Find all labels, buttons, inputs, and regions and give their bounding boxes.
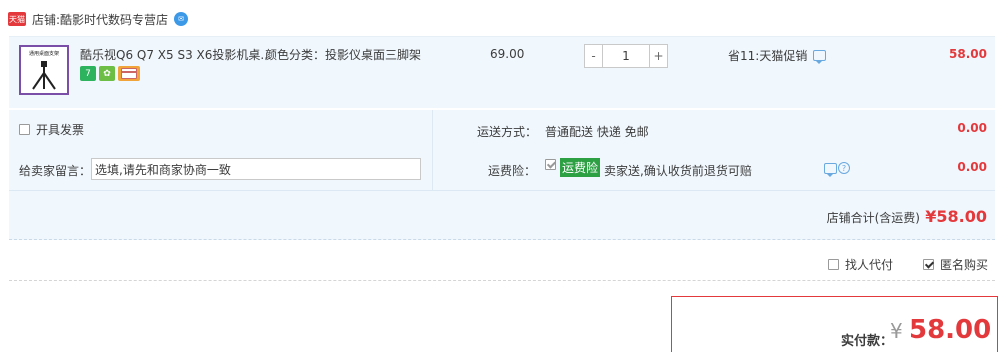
- anonymous-checkbox-box[interactable]: [923, 259, 934, 270]
- anonymous-checkbox[interactable]: 匿名购买: [923, 256, 988, 273]
- order-item-row: 通用桌面支架 酷乐视Q6 Q7 X5 S3 X6投影机桌... 颜色分类：投影仪…: [9, 36, 995, 108]
- proxy-pay-checkbox-box[interactable]: [828, 259, 839, 270]
- item-subtotal: 58.00: [949, 47, 987, 61]
- invoice-label: 开具发票: [36, 123, 85, 137]
- insurance-label: 运费险：: [488, 164, 537, 178]
- anonymous-label: 匿名购买: [940, 258, 989, 272]
- quantity-stepper: - 1 +: [584, 44, 668, 68]
- product-thumbnail[interactable]: 通用桌面支架: [19, 45, 69, 95]
- shipping-price: 0.00: [957, 121, 987, 135]
- seven-day-return-icon[interactable]: 7: [80, 66, 96, 81]
- shop-header: 天猫 店铺: 酷影时代数码专营店 ✉: [8, 8, 189, 30]
- tmall-badge-icon: 天猫: [8, 12, 26, 26]
- shipping-label: 运送方式：: [477, 125, 538, 139]
- tripod-image: [32, 61, 56, 90]
- shop-label: 店铺:: [32, 12, 61, 27]
- shop-total-row: 店铺合计(含运费) ¥58.00: [9, 190, 995, 240]
- insurance-text: 卖家送,确认收货前退货可赔: [604, 164, 752, 178]
- proxy-pay-checkbox[interactable]: 找人代付: [828, 256, 893, 273]
- credit-card-icon[interactable]: [118, 66, 140, 81]
- product-sku: 颜色分类：投影仪桌面三脚架: [265, 48, 422, 62]
- invoice-checkbox[interactable]: 开具发票: [19, 121, 84, 138]
- insurance-price: 0.00: [957, 160, 987, 174]
- payment-currency: ¥: [890, 319, 903, 343]
- order-options: 开具发票 给卖家留言： 选填,请先和商家协商一致 运送方式： 普通配送 快递 免…: [9, 110, 995, 240]
- qty-minus-button[interactable]: -: [584, 44, 603, 68]
- promo-text: 省11:天猫促销: [728, 49, 808, 63]
- help-icon[interactable]: ?: [838, 162, 850, 174]
- thumbnail-caption: 通用桌面支架: [28, 51, 59, 57]
- unit-price: 69.00: [490, 47, 525, 61]
- shop-name-link[interactable]: 酷影时代数码专营店: [60, 11, 168, 28]
- payment-summary: 实付款： ¥ 58.00: [671, 296, 998, 352]
- qty-input[interactable]: 1: [603, 44, 649, 68]
- insurance-tag: 运费险: [560, 158, 601, 177]
- insurance-chat-icon[interactable]: [824, 162, 837, 177]
- payment-amount: 58.00: [909, 315, 992, 345]
- payment-label: 实付款：: [841, 334, 894, 349]
- guarantee-icon[interactable]: ✿: [99, 66, 115, 81]
- invoice-checkbox-box[interactable]: [19, 124, 30, 135]
- message-label: 给卖家留言：: [19, 164, 92, 178]
- shipping-method: 普通配送 快递 免邮: [545, 125, 649, 139]
- options-right: 运送方式： 普通配送 快递 免邮 0.00 运费险： 运费险 卖家送,确认收货前…: [434, 110, 995, 190]
- extra-options-row: 找人代付 匿名购买: [9, 245, 995, 281]
- insurance-icons: ?: [824, 162, 850, 177]
- insurance-checkbox[interactable]: [545, 159, 556, 170]
- service-icons: 7 ✿: [80, 66, 140, 81]
- shop-total-amount: ¥58.00: [925, 207, 987, 226]
- shop-total-label: 店铺合计(含运费): [826, 211, 920, 225]
- promo-info: 省11:天猫促销: [728, 47, 827, 64]
- options-left: 开具发票 给卖家留言： 选填,请先和商家协商一致: [9, 110, 433, 190]
- qty-plus-button[interactable]: +: [649, 44, 668, 68]
- seller-message-input[interactable]: 选填,请先和商家协商一致: [91, 158, 421, 180]
- ww-chat-icon[interactable]: ✉: [174, 12, 189, 26]
- proxy-pay-label: 找人代付: [845, 258, 894, 272]
- product-title-link[interactable]: 酷乐视Q6 Q7 X5 S3 X6投影机桌...: [80, 46, 272, 63]
- promo-chat-icon[interactable]: [813, 50, 827, 64]
